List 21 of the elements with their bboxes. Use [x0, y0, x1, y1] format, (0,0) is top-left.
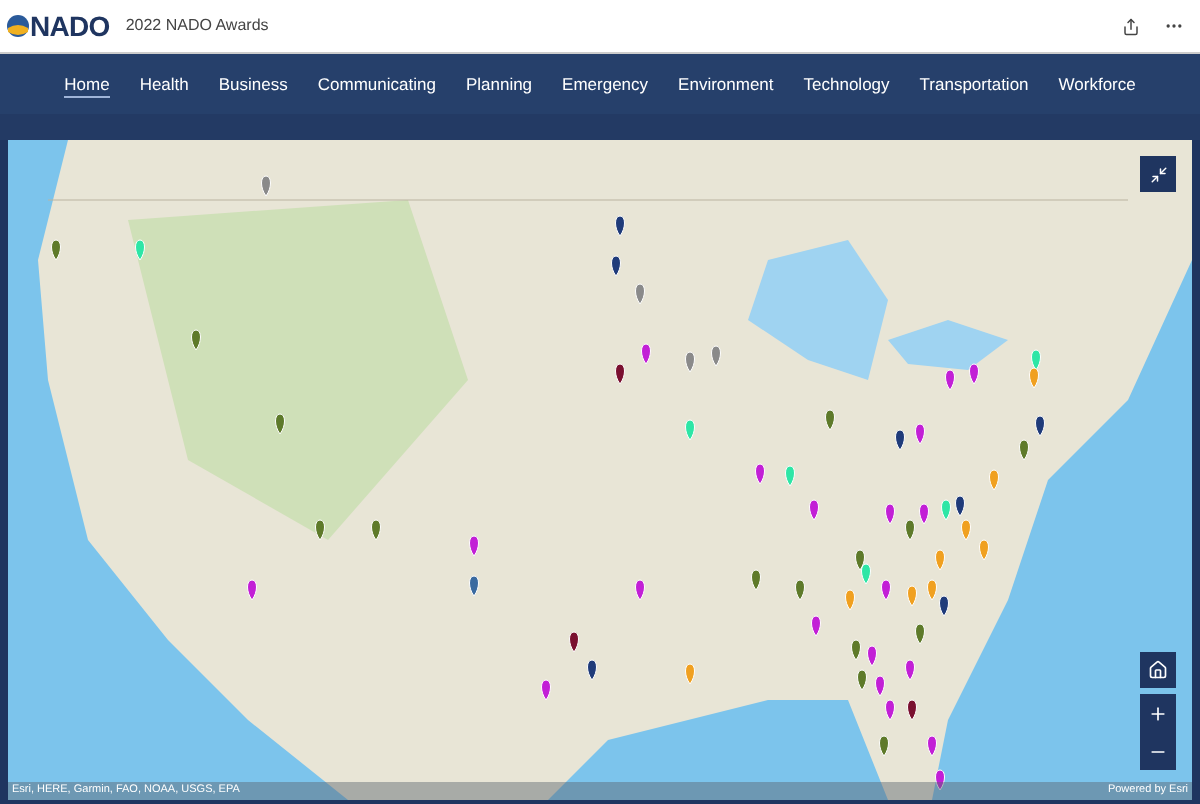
home-icon — [1148, 660, 1168, 680]
nav-tab[interactable]: Workforce — [1058, 71, 1136, 97]
nav-tab[interactable]: Environment — [678, 71, 774, 97]
nav-tab[interactable]: Planning — [465, 71, 533, 97]
share-icon — [1121, 17, 1139, 35]
app-title: 2022 NADO Awards — [125, 14, 269, 38]
plus-icon — [1148, 703, 1168, 723]
nav-tab[interactable]: Communicating — [317, 71, 436, 97]
nav-tab[interactable]: Emergency — [562, 71, 649, 97]
zoom-in-button[interactable] — [1140, 694, 1176, 732]
nav-tab[interactable]: Business — [218, 71, 288, 97]
collapse-button[interactable] — [1140, 156, 1176, 192]
collapse-icon — [1149, 165, 1167, 183]
share-button[interactable] — [1118, 14, 1142, 38]
nav-tab[interactable]: Technology — [803, 71, 890, 97]
logo-globe-icon — [6, 14, 30, 38]
nav-tab[interactable]: Transportation — [919, 71, 1029, 97]
home-button[interactable] — [1140, 652, 1176, 688]
nav-tab[interactable]: Home — [64, 71, 110, 97]
logo-text: NADO — [30, 12, 110, 40]
nav-tab[interactable]: Health — [139, 71, 189, 97]
